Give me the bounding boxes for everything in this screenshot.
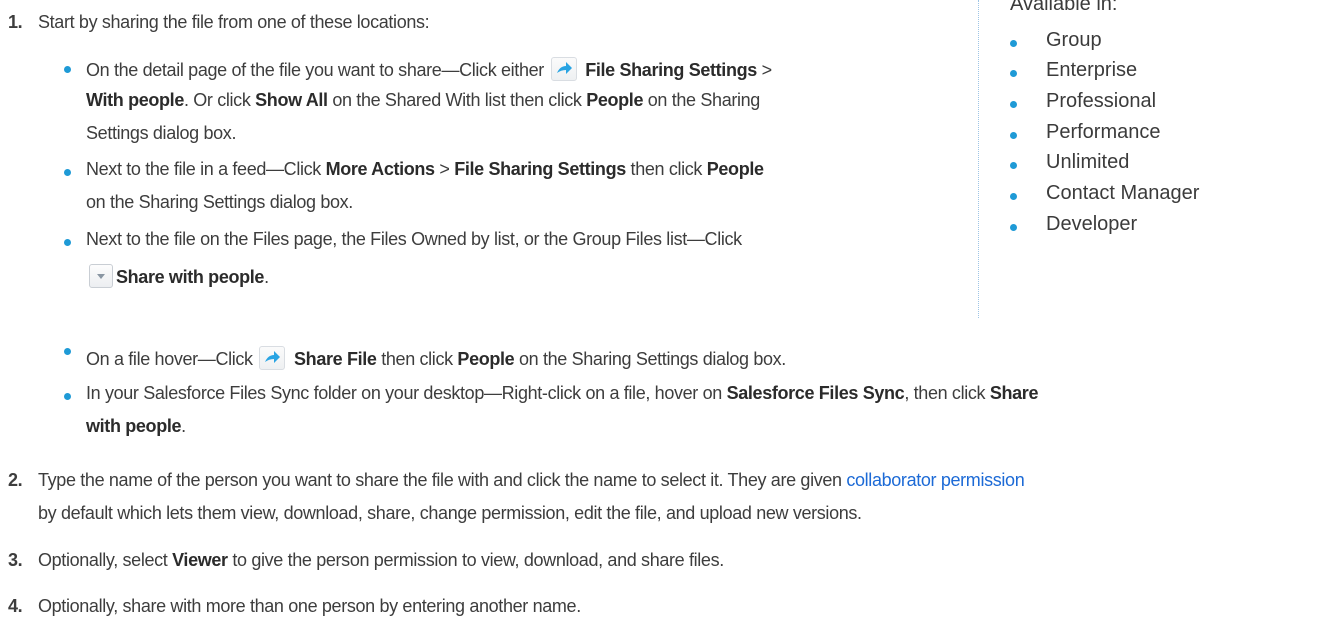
step-number: 2.	[8, 470, 23, 490]
bullet-icon	[64, 393, 71, 400]
list-item-text: .	[264, 267, 269, 287]
list-item-line: Next to the file on the Files page, the …	[86, 229, 742, 249]
bullet-icon	[64, 66, 71, 73]
salesforce-files-sync-text: Salesforce Files Sync	[726, 383, 905, 403]
list-item-text: on the Sharing	[643, 90, 761, 110]
list-item-line: On the detail page of the file you want …	[86, 57, 772, 81]
edition-item: Performance	[1046, 121, 1161, 143]
viewer-text: Viewer	[172, 550, 228, 570]
file-sharing-settings-text: File Sharing Settings	[454, 159, 626, 179]
list-item-line: on the Sharing Settings dialog box.	[86, 192, 353, 212]
step-text: Start by sharing the file from one of th…	[38, 12, 430, 32]
step-number: 4.	[8, 596, 23, 616]
step-text-part: Optionally, select	[38, 550, 173, 570]
with-people-text: with people	[86, 416, 182, 436]
share-icon	[259, 346, 286, 370]
step-text-part: to give the person permission to view, d…	[227, 550, 724, 570]
list-item-line: On a file hover—Click Share File then cl…	[86, 346, 786, 370]
share-icon	[550, 57, 577, 81]
list-item-text: then click	[625, 159, 707, 179]
collaborator-permission-link[interactable]: collaborator permission	[846, 470, 1024, 490]
list-item-text: .	[181, 416, 186, 436]
dropdown-menu-icon	[89, 264, 113, 288]
list-item-text: Next to the file in a feed—Click	[86, 159, 326, 179]
edition-item: Developer	[1046, 213, 1138, 235]
show-all-text: Show All	[255, 90, 328, 110]
more-actions-text: More Actions	[325, 159, 436, 179]
list-item-text: , then click	[904, 383, 990, 403]
list-item-line: With people. Or click Show All on the Sh…	[86, 90, 760, 111]
edition-item: Group	[1046, 29, 1102, 51]
bullet-icon	[1010, 40, 1017, 47]
list-item-text: On the detail page of the file you want …	[86, 60, 549, 80]
bullet-icon	[1010, 132, 1017, 139]
bullet-icon	[64, 239, 71, 246]
with-people-text: With people	[86, 90, 184, 110]
bullet-icon	[64, 169, 71, 176]
step-number: 1.	[8, 12, 23, 32]
list-item-line: Next to the file in a feed—Click More Ac…	[86, 159, 764, 180]
step-text: Optionally, share with more than one per…	[38, 596, 581, 616]
list-item-text: On a file hover—Click	[86, 349, 258, 369]
edition-item: Professional	[1046, 90, 1157, 112]
bullet-icon	[1010, 70, 1017, 77]
step-text: Optionally, select Viewer to give the pe…	[38, 550, 724, 571]
sidebar-heading: Available in:	[1010, 0, 1118, 15]
list-item-text: In your Salesforce Files Sync folder on …	[86, 383, 727, 403]
bullet-icon	[1010, 162, 1017, 169]
list-item-text: >	[756, 60, 773, 80]
list-item-text: >	[434, 159, 455, 179]
list-item-line: Share with people.	[89, 264, 269, 288]
share-text: Share	[989, 383, 1039, 403]
list-item-text: on the Shared With list then click	[327, 90, 587, 110]
step-text: by default which lets them view, downloa…	[38, 503, 862, 523]
step-number: 3.	[8, 550, 23, 570]
edition-item: Contact Manager	[1046, 182, 1200, 204]
list-item-text: then click	[376, 349, 458, 369]
share-file-text: Share File	[294, 349, 377, 369]
bullet-icon	[1010, 193, 1017, 200]
people-text: People	[457, 349, 515, 369]
list-item-text: . Or click	[183, 90, 256, 110]
people-text: People	[706, 159, 764, 179]
file-sharing-settings-text: File Sharing Settings	[585, 60, 757, 80]
list-item-line: In your Salesforce Files Sync folder on …	[86, 383, 1038, 404]
edition-item: Enterprise	[1046, 59, 1138, 81]
list-item-line: Settings dialog box.	[86, 123, 237, 143]
edition-item: Unlimited	[1046, 151, 1130, 173]
step-text: Type the name of the person you want to …	[38, 470, 1025, 491]
list-item-text: on the Sharing Settings dialog box.	[514, 349, 786, 369]
list-item-line: with people.	[86, 416, 186, 437]
bullet-icon	[64, 348, 71, 355]
editions-sidebar: Available in: Group Enterprise Professio…	[978, 0, 1318, 318]
bullet-icon	[1010, 224, 1017, 231]
bullet-icon	[1010, 101, 1017, 108]
share-with-people-text: Share with people	[116, 267, 265, 287]
people-text: People	[586, 90, 644, 110]
step-text-part: Type the name of the person you want to …	[38, 470, 847, 490]
